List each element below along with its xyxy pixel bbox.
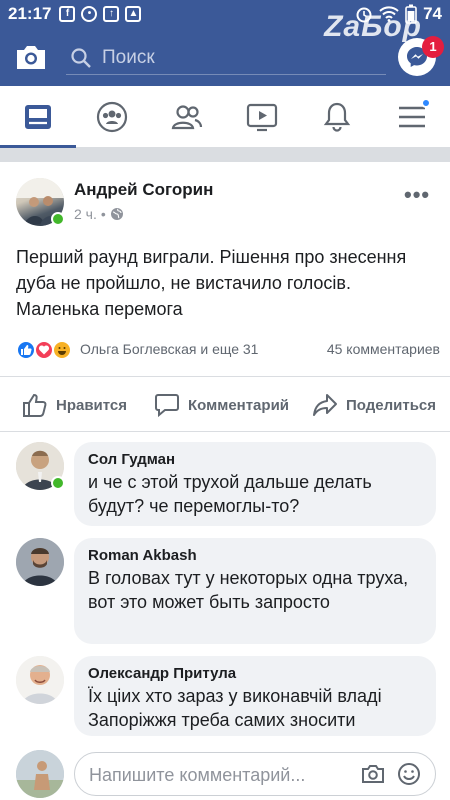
facebook-notification-icon: f [59, 6, 76, 22]
post-more-button[interactable]: ••• [404, 182, 430, 208]
friends-icon [171, 105, 203, 130]
haha-reaction-icon [52, 340, 72, 360]
upload-notification-icon: ↑ [103, 6, 120, 22]
share-button[interactable]: Поделиться [312, 377, 436, 433]
comment-bubble[interactable]: Сол Гудман и че с этой трухой дальше дел… [74, 442, 436, 526]
camera-button[interactable] [14, 42, 48, 72]
meta-separator: • [100, 206, 106, 222]
menu-icon [399, 106, 425, 128]
commenter-avatar[interactable] [16, 538, 64, 586]
post-actions: Нравится Комментарий Поделиться [0, 376, 450, 432]
reactions-names: Ольга Боглевская и еще 31 [80, 341, 259, 357]
status-time: 21:17 [8, 4, 52, 23]
menu-notification-dot [421, 98, 431, 108]
tab-watch[interactable] [245, 100, 279, 134]
tab-menu[interactable] [395, 98, 431, 134]
post-author-name[interactable]: Андрей Согорин [74, 180, 213, 200]
battery-percent: 74 [423, 4, 442, 23]
comment-icon [155, 394, 179, 418]
author-online-status [51, 212, 65, 226]
tab-notifications[interactable] [320, 100, 354, 134]
comment-button[interactable]: Комментарий [154, 377, 289, 433]
camera-icon [17, 46, 45, 69]
messenger-badge: 1 [422, 36, 444, 58]
post-header: Андрей Согорин 2 ч. • ••• [0, 162, 450, 240]
love-reaction-icon [34, 340, 54, 360]
comment-author[interactable]: Roman Akbash [88, 546, 422, 566]
tab-news-feed[interactable] [21, 100, 55, 134]
messenger-notification-icon: • [81, 6, 98, 22]
comment-input[interactable]: Напишите комментарий... [74, 752, 436, 796]
comment-author[interactable]: Олександр Притула [88, 664, 422, 684]
reactions-summary[interactable]: Ольга Боглевская и еще 31 45 комментарие… [16, 338, 440, 362]
comment-item: Roman Akbash В головах тут у некоторых о… [0, 538, 450, 648]
image-notification-icon: ▲ [125, 6, 142, 22]
share-label: Поделиться [346, 396, 437, 414]
commenter-online-status [51, 476, 65, 490]
comment-text: Їх ціих хто зараз у виконавчій владі Зап… [88, 686, 382, 730]
comment-bubble[interactable]: Roman Akbash В головах тут у некоторых о… [74, 538, 436, 644]
comment-input-placeholder: Напишите комментарий... [89, 765, 306, 785]
commenter-avatar[interactable] [16, 656, 64, 704]
comment-item: Олександр Притула Їх ціих хто зараз у ви… [0, 656, 450, 740]
like-reaction-icon [16, 340, 36, 360]
groups-icon [96, 101, 128, 133]
globe-icon [110, 208, 123, 220]
current-user-avatar-picture [16, 750, 64, 798]
current-user-avatar[interactable] [16, 750, 64, 798]
commenter-avatar-picture [16, 656, 64, 704]
comment-label: Комментарий [188, 396, 290, 414]
post-meta: 2 ч. • [74, 206, 124, 222]
watch-icon [246, 103, 278, 132]
like-icon [23, 393, 47, 417]
search-placeholder: Поиск [102, 47, 155, 68]
like-button[interactable]: Нравится [22, 377, 127, 433]
post-time[interactable]: 2 ч. [74, 206, 97, 222]
comment-text: и че с этой трухой дальше делать будут? … [88, 472, 372, 516]
tab-bar [0, 86, 450, 148]
commenter-avatar-picture [16, 538, 64, 586]
like-label: Нравится [56, 396, 128, 414]
tab-groups[interactable] [95, 100, 129, 134]
watermark-logo: ZaБор [324, 10, 422, 43]
tab-friends[interactable] [170, 100, 204, 134]
news-feed-icon [25, 105, 51, 129]
comment-author[interactable]: Сол Гудман [88, 450, 422, 470]
comment-bubble[interactable]: Олександр Притула Їх ціих хто зараз у ви… [74, 656, 436, 736]
share-icon [313, 394, 337, 416]
feed-separator [0, 148, 450, 162]
search-input[interactable]: Поиск [66, 41, 386, 75]
notifications-icon [323, 102, 351, 132]
search-icon [71, 48, 91, 68]
camera-icon[interactable] [361, 763, 385, 785]
emoji-icon[interactable] [397, 762, 421, 786]
comment-text: В головах тут у некоторых одна труха, во… [88, 568, 409, 612]
comment-item: Сол Гудман и че с этой трухой дальше дел… [0, 442, 450, 530]
comment-composer: Напишите комментарий... [0, 746, 450, 800]
comments-count[interactable]: 45 комментариев [327, 341, 440, 357]
post-text: Перший раунд виграли. Рішення про знесен… [16, 247, 407, 319]
